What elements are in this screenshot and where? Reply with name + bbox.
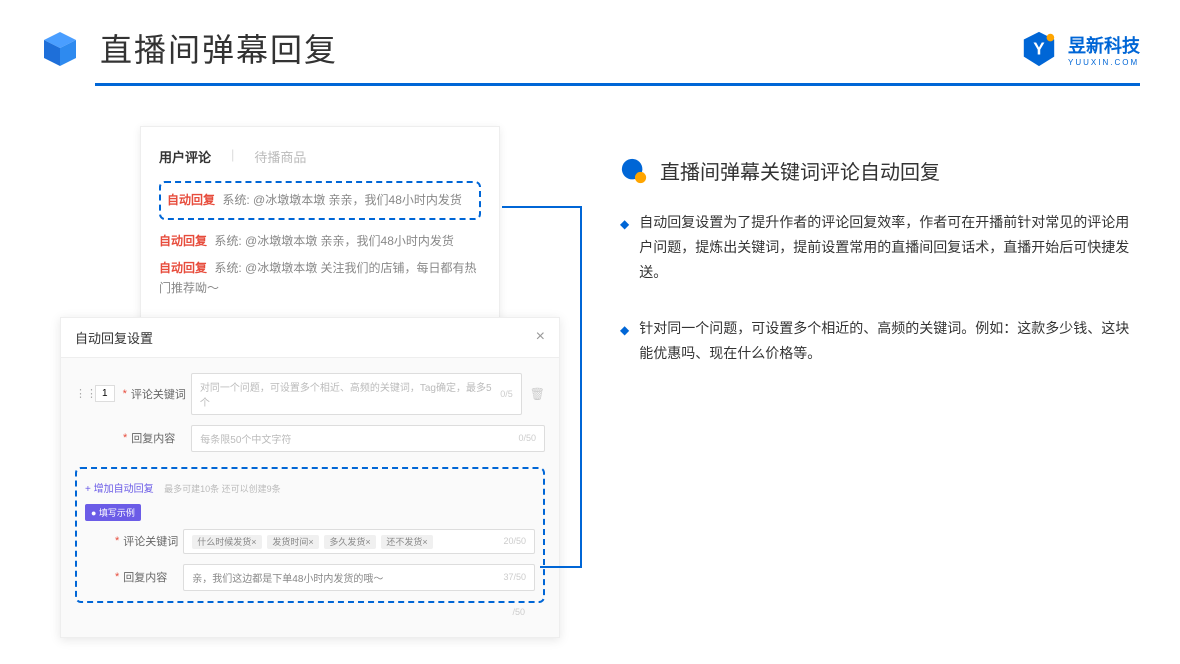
diamond-icon: ◆ (620, 214, 629, 286)
page-title: 直播间弹幕回复 (100, 25, 338, 71)
cube-icon (40, 28, 80, 68)
comment-text: 系统: @冰墩墩本墩 亲亲，我们48小时内发货 (222, 193, 462, 207)
drag-icon: ⋮⋮ (75, 387, 95, 400)
brand-url: YUUXIN.COM (1068, 58, 1140, 67)
auto-reply-tag: 自动回复 (167, 193, 215, 207)
row-number: 1 (95, 385, 115, 402)
content-label: 回复内容 (131, 430, 191, 446)
example-keyword-input: 什么时候发货× 发货时间× 多久发货× 还不发货× 20/50 (183, 529, 535, 554)
add-auto-reply-link[interactable]: + 增加自动回复 (85, 480, 154, 495)
tag-chip: 发货时间× (267, 535, 318, 549)
comment-line-3: 自动回复 系统: @冰墩墩本墩 关注我们的店铺，每日都有热门推荐呦～ (159, 259, 481, 297)
delete-icon[interactable]: 🗑 (530, 387, 545, 401)
tab-pending-goods[interactable]: 待播商品 (254, 147, 306, 166)
highlighted-comment: 自动回复 系统: @冰墩墩本墩 亲亲，我们48小时内发货 (159, 181, 481, 220)
connector-line (502, 206, 582, 208)
tag-chip: 多久发货× (324, 535, 375, 549)
brand-name: 昱新科技 (1068, 32, 1140, 58)
close-icon[interactable]: × (536, 328, 545, 346)
bullet-2: ◆ 针对同一个问题，可设置多个相近的、高频的关键词。例如：这款多少钱、这块能优惠… (620, 316, 1140, 366)
keyword-label: 评论关键词 (131, 386, 191, 402)
settings-panel: 自动回复设置 × ⋮⋮ 1 * 评论关键词 对同一个问题，可设置多个相近、高频的… (60, 317, 560, 638)
bottom-counter: /50 (75, 607, 545, 617)
comments-panel: 用户评论 | 待播商品 自动回复 系统: @冰墩墩本墩 亲亲，我们48小时内发货… (140, 126, 500, 327)
svg-text:Y: Y (1033, 40, 1045, 59)
tab-divider: | (231, 147, 234, 166)
keyword-input[interactable]: 对同一个问题，可设置多个相近、高频的关键词，Tag确定，最多5个 0/5 (191, 373, 522, 415)
diamond-icon: ◆ (620, 320, 629, 366)
comment-line-2: 自动回复 系统: @冰墩墩本墩 亲亲，我们48小时内发货 (159, 232, 481, 251)
required-dot: * (123, 388, 127, 400)
content-input[interactable]: 每条限50个中文字符 0/50 (191, 425, 545, 452)
tab-user-comments[interactable]: 用户评论 (159, 147, 211, 166)
brand-icon: Y (1020, 30, 1058, 68)
example-highlight: + 增加自动回复 最多可建10条 还可以创建9条 ● 填写示例 * 评论关键词 … (75, 467, 545, 603)
section-title: 直播间弹幕关键词评论自动回复 (660, 156, 940, 185)
tag-chip: 还不发货× (381, 535, 432, 549)
settings-title: 自动回复设置 (75, 328, 153, 347)
chat-bubble-icon (620, 157, 648, 185)
tag-chip: 什么时候发货× (192, 535, 261, 549)
add-hint: 最多可建10条 还可以创建9条 (164, 484, 281, 494)
example-content-input: 亲，我们这边都是下单48小时内发货的哦～ 37/50 (183, 564, 535, 591)
brand-logo: Y 昱新科技 YUUXIN.COM (1020, 30, 1140, 68)
example-badge: ● 填写示例 (85, 504, 141, 521)
bullet-1: ◆ 自动回复设置为了提升作者的评论回复效率，作者可在开播前针对常见的评论用户问题… (620, 210, 1140, 286)
